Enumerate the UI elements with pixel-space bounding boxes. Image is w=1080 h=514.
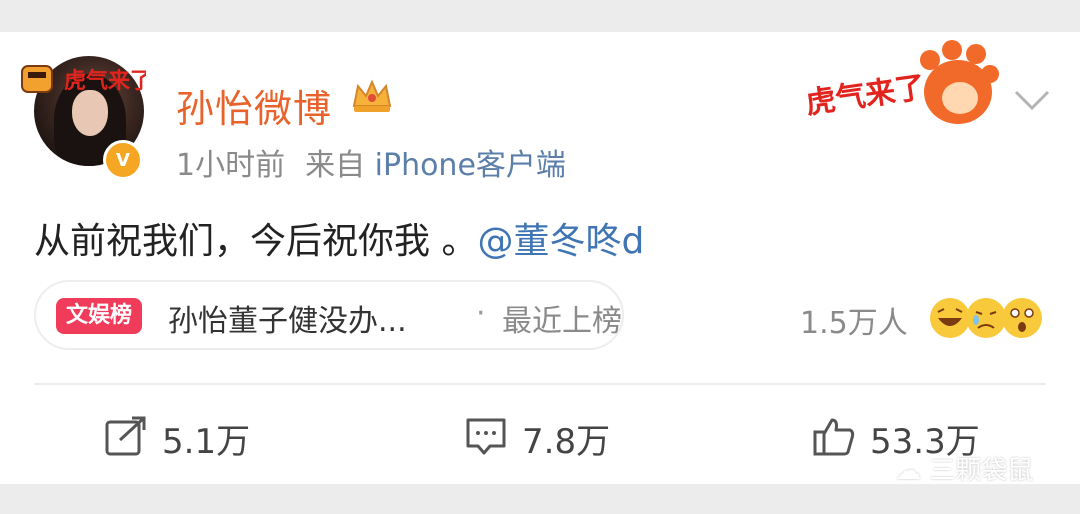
verified-v-icon: V bbox=[116, 149, 130, 171]
action-bar-divider bbox=[34, 383, 1046, 385]
post-source-prefix: 来自 bbox=[305, 148, 366, 183]
chevron-down-icon[interactable] bbox=[1012, 84, 1052, 114]
share-count: 5.1万 bbox=[162, 422, 251, 462]
hot-list-title: 孙怡董子健没办... bbox=[168, 304, 407, 339]
tiger-badge-text: 虎气来了 bbox=[64, 68, 146, 94]
hot-list-status: 最近上榜 bbox=[502, 304, 622, 339]
verified-badge: V bbox=[103, 140, 143, 180]
surprised-emoji bbox=[1002, 298, 1042, 338]
reaction-count[interactable]: 1.5万人 bbox=[800, 298, 908, 342]
comment-count: 7.8万 bbox=[522, 422, 611, 462]
hot-list-tag: 文娱榜 bbox=[56, 298, 143, 334]
hot-list-separator: · bbox=[476, 296, 486, 331]
crown-icon bbox=[352, 79, 392, 112]
tiger-paw-decoration: 虎气来了 bbox=[804, 40, 999, 124]
post-content: 从前祝我们，今后祝你我 。@董冬咚d bbox=[34, 212, 644, 264]
post-time: 1小时前 bbox=[176, 148, 286, 183]
hot-list-pill[interactable]: 文娱榜 孙怡董子健没办... · 最近上榜 bbox=[34, 280, 624, 350]
watermark: ☁ 三颗袋鼠 bbox=[895, 450, 1033, 487]
watermark-text: 三颗袋鼠 bbox=[929, 456, 1034, 486]
post-meta: 1小时前 来自 iPhone客户端 bbox=[176, 140, 566, 184]
weibo-post-card: 虎气来了 V 孙怡微博 1小时前 来自 iPhone客户端 虎气来了 从前祝我们，… bbox=[0, 32, 1080, 487]
post-text: 从前祝我们，今后祝你我 。 bbox=[34, 221, 478, 262]
thumbs-up-icon bbox=[813, 418, 855, 456]
share-icon bbox=[105, 416, 146, 456]
comment-icon bbox=[466, 418, 506, 455]
post-source-device[interactable]: iPhone客户端 bbox=[375, 148, 566, 183]
tiger-deco-text: 虎气来了 bbox=[804, 70, 928, 121]
username[interactable]: 孙怡微博 bbox=[176, 78, 332, 133]
tiger-year-avatar-badge: 虎气来了 bbox=[21, 65, 146, 94]
mention-link[interactable]: @董冬咚d bbox=[477, 221, 644, 262]
wechat-icon: ☁ bbox=[895, 456, 930, 486]
